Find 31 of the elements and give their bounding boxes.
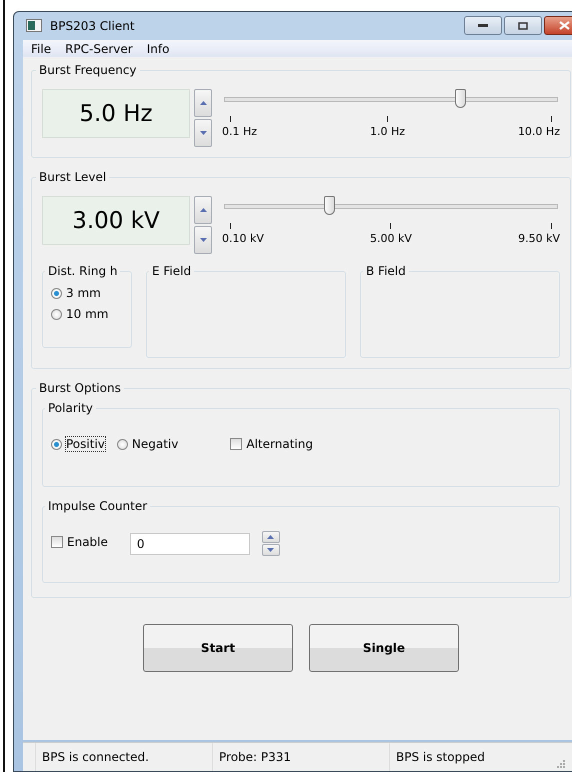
group-title: Burst Options xyxy=(38,381,122,395)
radio-label: 3 mm xyxy=(66,286,101,300)
radio-label: Positiv xyxy=(66,437,105,451)
start-button[interactable]: Start xyxy=(143,624,293,672)
group-title: Impulse Counter xyxy=(47,499,148,513)
group-title: Burst Frequency xyxy=(38,63,138,77)
tick-label: 1.0 Hz xyxy=(370,125,406,138)
menu-item[interactable]: Info xyxy=(146,42,170,56)
status-text: Probe: P331 xyxy=(212,743,389,771)
menu-item[interactable]: RPC-Server xyxy=(65,42,133,56)
single-button[interactable]: Single xyxy=(309,624,459,672)
radio-label: Negativ xyxy=(132,437,178,451)
group-title: Polarity xyxy=(47,401,94,415)
checkbox-label: Alternating xyxy=(246,437,313,451)
value-display: 5.0 Hz xyxy=(42,89,190,138)
value-display: 3.00 kV xyxy=(42,196,190,245)
tick-label: 0.1 Hz xyxy=(222,125,258,138)
group-title: Dist. Ring h xyxy=(47,264,118,278)
window-title: BPS203 Client xyxy=(50,19,135,33)
tick-label: 10.0 Hz xyxy=(518,125,560,138)
checkbox-label: Enable xyxy=(67,535,108,549)
menu-item[interactable]: File xyxy=(31,42,52,56)
counter-input[interactable]: 0 xyxy=(130,532,250,554)
radio-label: 10 mm xyxy=(66,307,108,321)
status-text: BPS is connected. xyxy=(35,743,212,771)
tick-label: 5.00 kV xyxy=(370,232,412,245)
tick-label: 0.10 kV xyxy=(222,232,264,245)
group-title: Burst Level xyxy=(38,170,108,184)
tick-label: 9.50 kV xyxy=(518,232,560,245)
group-title: E Field xyxy=(151,264,192,278)
group-title: B Field xyxy=(365,264,407,278)
